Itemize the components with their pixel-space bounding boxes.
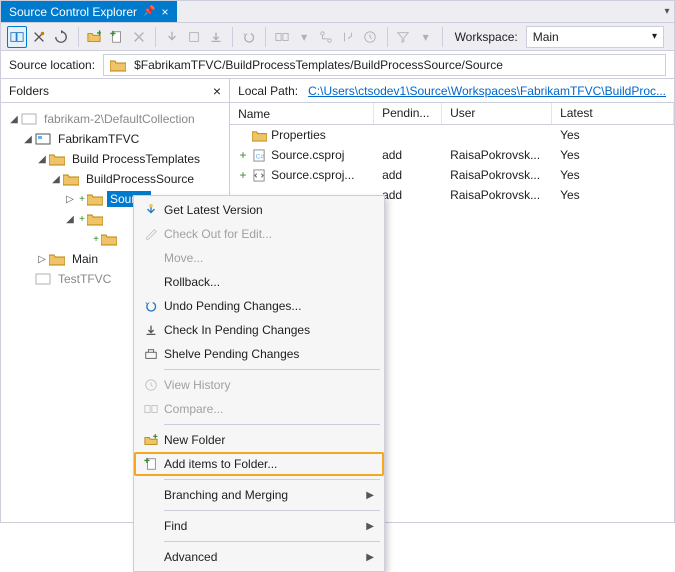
compare-button[interactable]: ▾ xyxy=(294,26,314,48)
close-tab-icon[interactable]: × xyxy=(162,5,169,19)
tree-build-source[interactable]: ◢ BuildProcessSource xyxy=(1,169,229,189)
plus-icon: + xyxy=(238,148,248,162)
col-name[interactable]: Name xyxy=(230,103,374,124)
menu-move: Move... xyxy=(134,246,384,270)
branch-button[interactable] xyxy=(316,26,336,48)
check-out-button[interactable] xyxy=(184,26,204,48)
pin-icon[interactable]: 📌 xyxy=(143,6,155,17)
menu-compare: Compare... xyxy=(134,397,384,421)
col-latest[interactable]: Latest xyxy=(552,103,674,124)
expander-icon[interactable]: ▷ xyxy=(35,254,49,265)
add-items-icon: ✚ xyxy=(138,457,164,471)
tree-build-templates[interactable]: ◢ Build ProcessTemplates xyxy=(1,149,229,169)
folders-header: Folders xyxy=(9,84,49,98)
plus-icon: + xyxy=(77,214,87,225)
grid-header: Name Pendin... User Latest xyxy=(230,103,674,125)
checkout-icon xyxy=(138,227,164,241)
source-location-path: $FabrikamTFVC/BuildProcessTemplates/Buil… xyxy=(134,58,503,72)
delete-button[interactable] xyxy=(129,26,149,48)
tree-project[interactable]: ◢ FabrikamTFVC xyxy=(1,129,229,149)
window-menu-dropdown[interactable]: ▾ xyxy=(660,1,674,22)
menu-checkin[interactable]: Check In Pending Changes xyxy=(134,318,384,342)
filter-dropdown[interactable]: ▾ xyxy=(416,26,436,48)
expander-icon[interactable]: ◢ xyxy=(21,134,35,145)
workspace-select[interactable]: Main ▾ xyxy=(526,26,664,48)
compare-folders-button[interactable] xyxy=(272,26,292,48)
toolbar: ✚ ✚ ▾ ▾ Workspace: Main ▾ xyxy=(1,23,674,51)
grid-row[interactable]: + Source.csproj... add RaisaPokrovsk... … xyxy=(230,165,674,185)
checkin-icon xyxy=(138,323,164,337)
expander-icon[interactable]: ◢ xyxy=(63,214,77,225)
window-title: Source Control Explorer xyxy=(9,5,137,19)
get-latest-button[interactable] xyxy=(162,26,182,48)
shelve-icon xyxy=(138,347,164,361)
new-folder-button[interactable]: ✚ xyxy=(84,26,104,48)
submenu-arrow-icon: ▶ xyxy=(366,521,374,532)
local-path-link[interactable]: C:\Users\ctsodev1\Source\Workspaces\Fabr… xyxy=(308,84,666,98)
menu-find[interactable]: Find ▶ xyxy=(134,514,384,538)
expander-icon[interactable]: ◢ xyxy=(7,114,21,125)
svg-text:✚: ✚ xyxy=(97,30,101,37)
add-items-button[interactable]: ✚ xyxy=(107,26,127,48)
svg-text:C#: C# xyxy=(256,153,265,160)
svg-text:✚: ✚ xyxy=(110,30,116,38)
expander-icon[interactable]: ◢ xyxy=(49,174,63,185)
svg-text:✚: ✚ xyxy=(144,457,150,465)
window-tab[interactable]: Source Control Explorer 📌 × xyxy=(1,1,177,22)
compare-icon xyxy=(138,402,164,416)
menu-rollback[interactable]: Rollback... xyxy=(134,270,384,294)
expander-icon[interactable]: ◢ xyxy=(35,154,49,165)
plus-icon: + xyxy=(91,234,101,245)
refresh-pending-button[interactable] xyxy=(29,26,49,48)
grid-row[interactable]: + C# Source.csproj add RaisaPokrovsk... … xyxy=(230,145,674,165)
submenu-arrow-icon: ▶ xyxy=(366,490,374,501)
menu-checkout: Check Out for Edit... xyxy=(134,222,384,246)
plus-icon: + xyxy=(238,168,248,182)
toggle-folders-button[interactable] xyxy=(7,26,27,48)
menu-add-items[interactable]: ✚ Add items to Folder... xyxy=(134,452,384,476)
chevron-down-icon: ▾ xyxy=(652,31,657,42)
source-location-label: Source location: xyxy=(9,58,95,72)
menu-branching[interactable]: Branching and Merging ▶ xyxy=(134,483,384,507)
tree-root[interactable]: ◢ fabrikam-2\DefaultCollection xyxy=(1,109,229,129)
local-path-label: Local Path: xyxy=(238,84,298,98)
close-folders-icon[interactable]: × xyxy=(213,83,221,99)
workspace-label: Workspace: xyxy=(449,30,524,44)
history-icon xyxy=(138,378,164,392)
merge-button[interactable] xyxy=(338,26,358,48)
submenu-arrow-icon: ▶ xyxy=(366,552,374,563)
undo-icon xyxy=(138,299,164,313)
menu-undo[interactable]: Undo Pending Changes... xyxy=(134,294,384,318)
history-button[interactable] xyxy=(360,26,380,48)
context-menu: Get Latest Version Check Out for Edit...… xyxy=(133,195,385,572)
undo-button[interactable] xyxy=(239,26,259,48)
filter-button[interactable] xyxy=(393,26,413,48)
workspace-value: Main xyxy=(533,30,559,44)
menu-history: View History xyxy=(134,373,384,397)
menu-advanced[interactable]: Advanced ▶ xyxy=(134,545,384,569)
menu-shelve[interactable]: Shelve Pending Changes xyxy=(134,342,384,366)
menu-get-latest[interactable]: Get Latest Version xyxy=(134,198,384,222)
download-icon xyxy=(138,203,164,217)
grid-row[interactable]: Properties Yes xyxy=(230,125,674,145)
col-user[interactable]: User xyxy=(442,103,552,124)
chevron-down-icon: ▾ xyxy=(664,6,669,17)
svg-text:✚: ✚ xyxy=(153,433,158,440)
check-in-button[interactable] xyxy=(206,26,226,48)
source-location-input[interactable]: $FabrikamTFVC/BuildProcessTemplates/Buil… xyxy=(103,54,666,76)
plus-icon: + xyxy=(77,194,87,205)
menu-new-folder[interactable]: ✚ New Folder xyxy=(134,428,384,452)
expander-icon[interactable]: ▷ xyxy=(63,194,77,205)
new-folder-icon: ✚ xyxy=(138,433,164,447)
refresh-button[interactable] xyxy=(51,26,71,48)
col-pending[interactable]: Pendin... xyxy=(374,103,442,124)
